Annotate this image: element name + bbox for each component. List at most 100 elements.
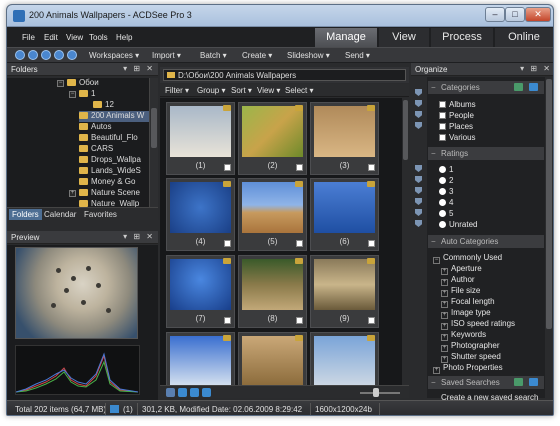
slideshow-icon[interactable] (166, 388, 175, 397)
panel-controls-icon[interactable]: ▾ ⊞ ✕ (520, 64, 552, 73)
toolbar-batch[interactable]: Batch ▾ (200, 51, 227, 60)
back-icon[interactable] (15, 50, 25, 60)
collapse-icon[interactable]: − (433, 257, 440, 264)
auto-photographer[interactable]: + Photographer (441, 341, 499, 352)
radio[interactable] (439, 177, 446, 184)
expand-icon[interactable]: + (441, 290, 448, 297)
auto-keywords[interactable]: + Keywords (441, 330, 486, 341)
rating-1[interactable]: 1 (439, 165, 453, 175)
tab-online[interactable]: Online (495, 28, 553, 47)
commonly-used-group[interactable]: − Commonly Used (433, 253, 502, 264)
maximize-button[interactable]: □ (505, 7, 525, 22)
rating-4[interactable]: 4 (439, 198, 453, 208)
sort-menu[interactable]: Sort ▾ (231, 86, 252, 95)
tree-item-nature-scene[interactable]: Nature Scene (79, 188, 140, 199)
pin-icon[interactable] (415, 220, 422, 227)
checkbox[interactable] (439, 134, 446, 141)
expand-icon[interactable]: + (441, 268, 448, 275)
pin-icon[interactable] (415, 165, 422, 172)
grid-scrollbar[interactable] (402, 98, 409, 385)
collapse-icon[interactable]: − (57, 80, 64, 87)
auto-file-size[interactable]: + File size (441, 286, 480, 297)
pin-icon[interactable] (415, 209, 422, 216)
category-places[interactable]: Places (439, 122, 473, 132)
group-menu[interactable]: Group ▾ (197, 86, 225, 95)
thumbnail[interactable]: (4) (166, 178, 235, 251)
panel-controls-icon[interactable]: ▾ ⊞ ✕ (123, 232, 155, 241)
auto-iso[interactable]: + ISO speed ratings (441, 319, 515, 330)
tree-item-money[interactable]: Money & Go (79, 177, 135, 188)
expand-icon[interactable]: + (69, 190, 76, 197)
rating-2[interactable]: 2 (439, 176, 453, 186)
thumbnail[interactable] (166, 332, 235, 385)
auto-author[interactable]: + Author (441, 275, 475, 286)
thumbnail[interactable]: (8) (238, 255, 307, 328)
rating-unrated[interactable]: Unrated (439, 220, 477, 230)
search-options-icon[interactable] (529, 378, 538, 386)
tree-item-oboi[interactable]: Обои (67, 78, 99, 89)
auto-categories-header[interactable]: − Auto Categories (428, 235, 544, 248)
auto-aperture[interactable]: + Aperture (441, 264, 482, 275)
radio[interactable] (439, 199, 446, 206)
category-various[interactable]: Various (439, 133, 476, 143)
pin-icon[interactable] (415, 100, 422, 107)
tree-item-200-animals[interactable]: 200 Animals W (79, 111, 149, 122)
menu-file[interactable]: File (22, 33, 35, 42)
collapse-icon[interactable]: − (431, 237, 436, 246)
tab-process[interactable]: Process (431, 28, 493, 47)
select-checkbox[interactable] (224, 164, 231, 171)
menu-view[interactable]: View (66, 33, 83, 42)
tree-item-12[interactable]: 12 (93, 100, 114, 111)
menu-help[interactable]: Help (116, 33, 132, 42)
radio[interactable] (439, 166, 446, 173)
radio[interactable] (439, 221, 446, 228)
filter-menu[interactable]: Filter ▾ (165, 86, 189, 95)
category-people[interactable]: People (439, 111, 474, 121)
scroll-thumb[interactable] (546, 79, 552, 329)
tree-item-beautiful[interactable]: Beautiful_Flo (79, 133, 138, 144)
expand-icon[interactable]: + (441, 323, 448, 330)
radio[interactable] (439, 188, 446, 195)
select-checkbox[interactable] (368, 317, 375, 324)
collapse-icon[interactable]: − (431, 378, 436, 387)
checkbox[interactable] (439, 112, 446, 119)
collapse-icon[interactable]: − (69, 91, 76, 98)
toolbar-send[interactable]: Send ▾ (345, 51, 370, 60)
checkbox[interactable] (439, 101, 446, 108)
radio[interactable] (439, 210, 446, 217)
pin-icon[interactable] (415, 176, 422, 183)
thumbnail[interactable]: (9) (310, 255, 379, 328)
tab-calendar[interactable]: Calendar (41, 209, 79, 220)
zoom-slider[interactable] (360, 392, 400, 394)
thumbnail[interactable] (310, 332, 379, 385)
checkbox[interactable] (439, 123, 446, 130)
expand-icon[interactable]: + (433, 367, 440, 374)
home-icon[interactable] (67, 50, 77, 60)
select-checkbox[interactable] (224, 240, 231, 247)
expand-icon[interactable]: + (441, 312, 448, 319)
expand-icon[interactable]: + (441, 356, 448, 363)
auto-image-type[interactable]: + Image type (441, 308, 491, 319)
categories-header[interactable]: − Categories (428, 81, 544, 94)
toolbar-slideshow[interactable]: Slideshow ▾ (287, 51, 330, 60)
pin-icon[interactable] (415, 187, 422, 194)
rating-3[interactable]: 3 (439, 187, 453, 197)
pin-icon[interactable] (415, 111, 422, 118)
tab-view[interactable]: View (379, 28, 429, 47)
ratings-header[interactable]: − Ratings (428, 147, 544, 160)
address-field[interactable]: D:\Обои\200 Animals Wallpapers (163, 69, 406, 81)
thumbnail[interactable]: (1) (166, 102, 235, 175)
scroll-thumb[interactable] (151, 108, 157, 148)
batch-icon[interactable] (202, 388, 211, 397)
select-checkbox[interactable] (296, 240, 303, 247)
tree-item-nature-wallp[interactable]: Nature_Wallp (79, 199, 139, 207)
expand-icon[interactable]: + (441, 301, 448, 308)
menu-tools[interactable]: Tools (89, 33, 108, 42)
thumbnail[interactable] (238, 332, 307, 385)
thumbnail[interactable]: (5) (238, 178, 307, 251)
tab-folders[interactable]: Folders (9, 209, 42, 220)
category-options-icon[interactable] (529, 83, 538, 91)
rotate-icon[interactable] (178, 388, 187, 397)
auto-focal-length[interactable]: + Focal length (441, 297, 495, 308)
select-checkbox[interactable] (368, 240, 375, 247)
